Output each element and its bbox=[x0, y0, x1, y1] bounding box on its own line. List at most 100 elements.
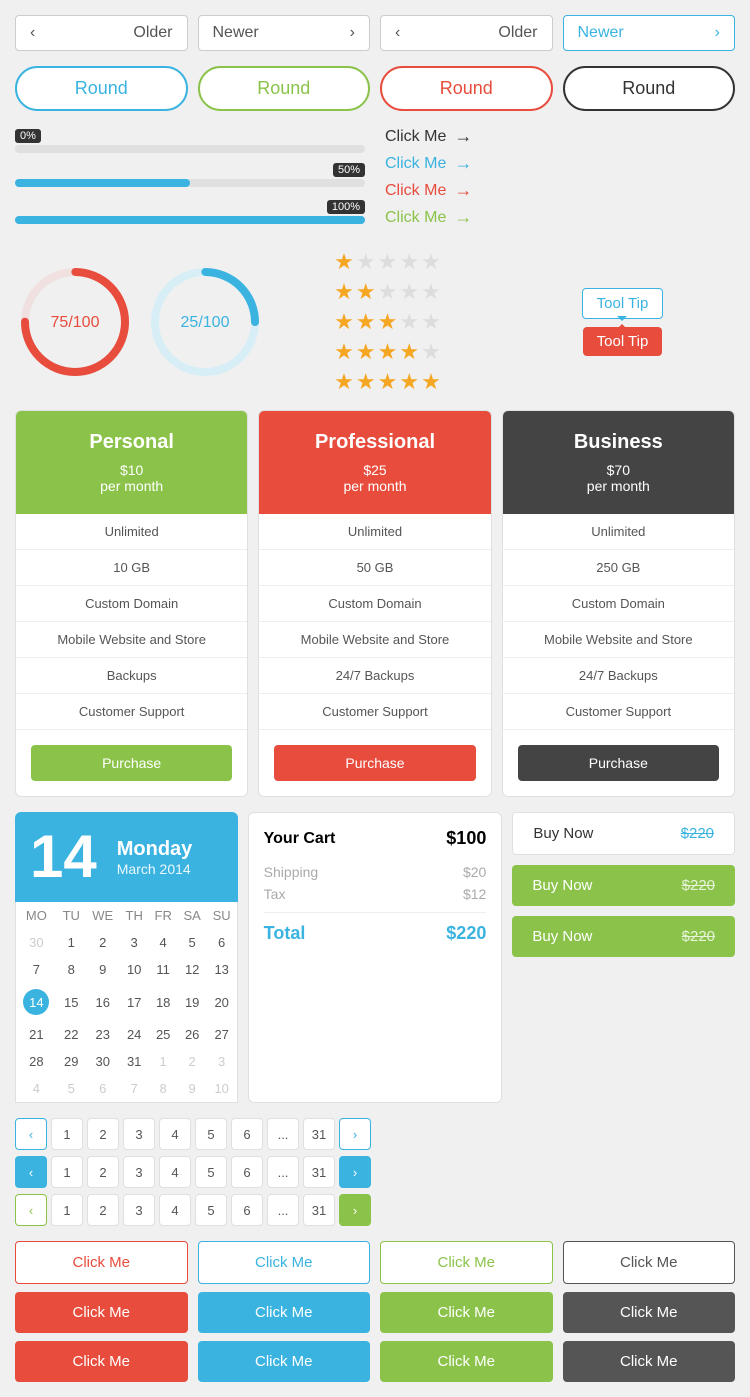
calendar-day-cell[interactable]: 8 bbox=[57, 956, 86, 983]
calendar-day-cell[interactable]: 19 bbox=[178, 983, 207, 1021]
star[interactable]: ★ bbox=[421, 369, 441, 395]
calendar-day-cell[interactable]: 21 bbox=[16, 1021, 57, 1048]
clickme-solid-green-1[interactable]: Click Me bbox=[380, 1292, 553, 1333]
clickme-solid-blue-2[interactable]: Click Me bbox=[198, 1341, 371, 1382]
clickme-green[interactable]: Click Me → bbox=[385, 207, 735, 228]
page-3-6[interactable]: 6 bbox=[231, 1194, 263, 1226]
clickme-solid-blue-1[interactable]: Click Me bbox=[198, 1292, 371, 1333]
calendar-day-cell[interactable]: 8 bbox=[149, 1075, 178, 1102]
clickme-outline-blue[interactable]: Click Me bbox=[198, 1241, 371, 1284]
clickme-blue[interactable]: Click Me → bbox=[385, 153, 735, 174]
round-btn-blue[interactable]: Round bbox=[15, 66, 188, 111]
star[interactable]: ★ bbox=[334, 279, 354, 305]
purchase-professional-btn[interactable]: Purchase bbox=[274, 745, 475, 781]
calendar-day-cell[interactable]: 1 bbox=[149, 1048, 178, 1075]
calendar-day-cell[interactable]: 13 bbox=[207, 956, 237, 983]
calendar-day-cell[interactable]: 30 bbox=[16, 929, 57, 956]
star[interactable]: ★ bbox=[334, 309, 354, 335]
calendar-day-cell[interactable]: 27 bbox=[207, 1021, 237, 1048]
page-2-3[interactable]: 3 bbox=[123, 1156, 155, 1188]
star[interactable]: ★ bbox=[399, 249, 419, 275]
purchase-business-btn[interactable]: Purchase bbox=[518, 745, 719, 781]
calendar-day-cell[interactable]: 3 bbox=[207, 1048, 237, 1075]
star[interactable]: ★ bbox=[399, 309, 419, 335]
page-3-31[interactable]: 31 bbox=[303, 1194, 335, 1226]
page-3-2[interactable]: 2 bbox=[87, 1194, 119, 1226]
star[interactable]: ★ bbox=[378, 309, 398, 335]
star[interactable]: ★ bbox=[334, 339, 354, 365]
calendar-day-cell[interactable]: 26 bbox=[178, 1021, 207, 1048]
star[interactable]: ★ bbox=[421, 309, 441, 335]
clickme-solid-green-2[interactable]: Click Me bbox=[380, 1341, 553, 1382]
star[interactable]: ★ bbox=[421, 279, 441, 305]
star[interactable]: ★ bbox=[399, 339, 419, 365]
page-next-1[interactable]: › bbox=[339, 1118, 371, 1150]
page-3-1[interactable]: 1 bbox=[51, 1194, 83, 1226]
star[interactable]: ★ bbox=[356, 309, 376, 335]
page-prev-1[interactable]: ‹ bbox=[15, 1118, 47, 1150]
buynow-green-1[interactable]: Buy Now $220 bbox=[512, 865, 735, 906]
page-1-3[interactable]: 3 bbox=[123, 1118, 155, 1150]
progress-bar-bg-2[interactable] bbox=[15, 179, 365, 187]
calendar-day-cell[interactable]: 24 bbox=[120, 1021, 149, 1048]
calendar-day-cell[interactable]: 4 bbox=[16, 1075, 57, 1102]
star[interactable]: ★ bbox=[334, 369, 354, 395]
page-1-6[interactable]: 6 bbox=[231, 1118, 263, 1150]
page-prev-2[interactable]: ‹ bbox=[15, 1156, 47, 1188]
calendar-day-cell[interactable]: 15 bbox=[57, 983, 86, 1021]
calendar-day-cell[interactable]: 6 bbox=[86, 1075, 120, 1102]
page-2-31[interactable]: 31 bbox=[303, 1156, 335, 1188]
star[interactable]: ★ bbox=[356, 369, 376, 395]
calendar-day-cell[interactable]: 20 bbox=[207, 983, 237, 1021]
clickme-black[interactable]: Click Me → bbox=[385, 126, 735, 147]
page-1-1[interactable]: 1 bbox=[51, 1118, 83, 1150]
calendar-day-cell[interactable]: 10 bbox=[207, 1075, 237, 1102]
calendar-day-cell[interactable]: 17 bbox=[120, 983, 149, 1021]
star[interactable]: ★ bbox=[399, 369, 419, 395]
calendar-day-cell[interactable]: 22 bbox=[57, 1021, 86, 1048]
calendar-day-cell[interactable]: 12 bbox=[178, 956, 207, 983]
calendar-day-cell[interactable]: 16 bbox=[86, 983, 120, 1021]
page-next-3[interactable]: › bbox=[339, 1194, 371, 1226]
clickme-solid-dark-2[interactable]: Click Me bbox=[563, 1341, 736, 1382]
newer-btn-2[interactable]: Newer › bbox=[563, 15, 736, 51]
calendar-day-cell[interactable]: 4 bbox=[149, 929, 178, 956]
calendar-day-cell[interactable]: 7 bbox=[120, 1075, 149, 1102]
page-2-4[interactable]: 4 bbox=[159, 1156, 191, 1188]
page-1-5[interactable]: 5 bbox=[195, 1118, 227, 1150]
star[interactable]: ★ bbox=[378, 339, 398, 365]
calendar-day-cell[interactable]: 5 bbox=[57, 1075, 86, 1102]
page-2-2[interactable]: 2 bbox=[87, 1156, 119, 1188]
calendar-day-cell[interactable]: 14 bbox=[16, 983, 57, 1021]
page-3-5[interactable]: 5 bbox=[195, 1194, 227, 1226]
older-btn-2[interactable]: ‹ Older bbox=[380, 15, 553, 51]
star[interactable]: ★ bbox=[356, 249, 376, 275]
calendar-day-cell[interactable]: 25 bbox=[149, 1021, 178, 1048]
star[interactable]: ★ bbox=[421, 339, 441, 365]
page-3-4[interactable]: 4 bbox=[159, 1194, 191, 1226]
calendar-day-cell[interactable]: 11 bbox=[149, 956, 178, 983]
calendar-day-cell[interactable]: 10 bbox=[120, 956, 149, 983]
round-btn-red[interactable]: Round bbox=[380, 66, 553, 111]
clickme-solid-dark-1[interactable]: Click Me bbox=[563, 1292, 736, 1333]
star[interactable]: ★ bbox=[356, 339, 376, 365]
calendar-day-cell[interactable]: 28 bbox=[16, 1048, 57, 1075]
progress-bar-bg-1[interactable] bbox=[15, 145, 365, 153]
page-prev-3[interactable]: ‹ bbox=[15, 1194, 47, 1226]
clickme-outline-dark[interactable]: Click Me bbox=[563, 1241, 736, 1284]
older-btn-1[interactable]: ‹ Older bbox=[15, 15, 188, 51]
page-next-2[interactable]: › bbox=[339, 1156, 371, 1188]
star[interactable]: ★ bbox=[378, 369, 398, 395]
clickme-solid-red-2[interactable]: Click Me bbox=[15, 1341, 188, 1382]
purchase-personal-btn[interactable]: Purchase bbox=[31, 745, 232, 781]
calendar-day-cell[interactable]: 31 bbox=[120, 1048, 149, 1075]
calendar-day-cell[interactable]: 2 bbox=[178, 1048, 207, 1075]
round-btn-dark[interactable]: Round bbox=[563, 66, 736, 111]
calendar-day-cell[interactable]: 3 bbox=[120, 929, 149, 956]
newer-btn-1[interactable]: Newer › bbox=[198, 15, 371, 51]
page-1-4[interactable]: 4 bbox=[159, 1118, 191, 1150]
progress-bar-bg-3[interactable] bbox=[15, 216, 365, 224]
page-2-5[interactable]: 5 bbox=[195, 1156, 227, 1188]
clickme-outline-green[interactable]: Click Me bbox=[380, 1241, 553, 1284]
star[interactable]: ★ bbox=[378, 249, 398, 275]
